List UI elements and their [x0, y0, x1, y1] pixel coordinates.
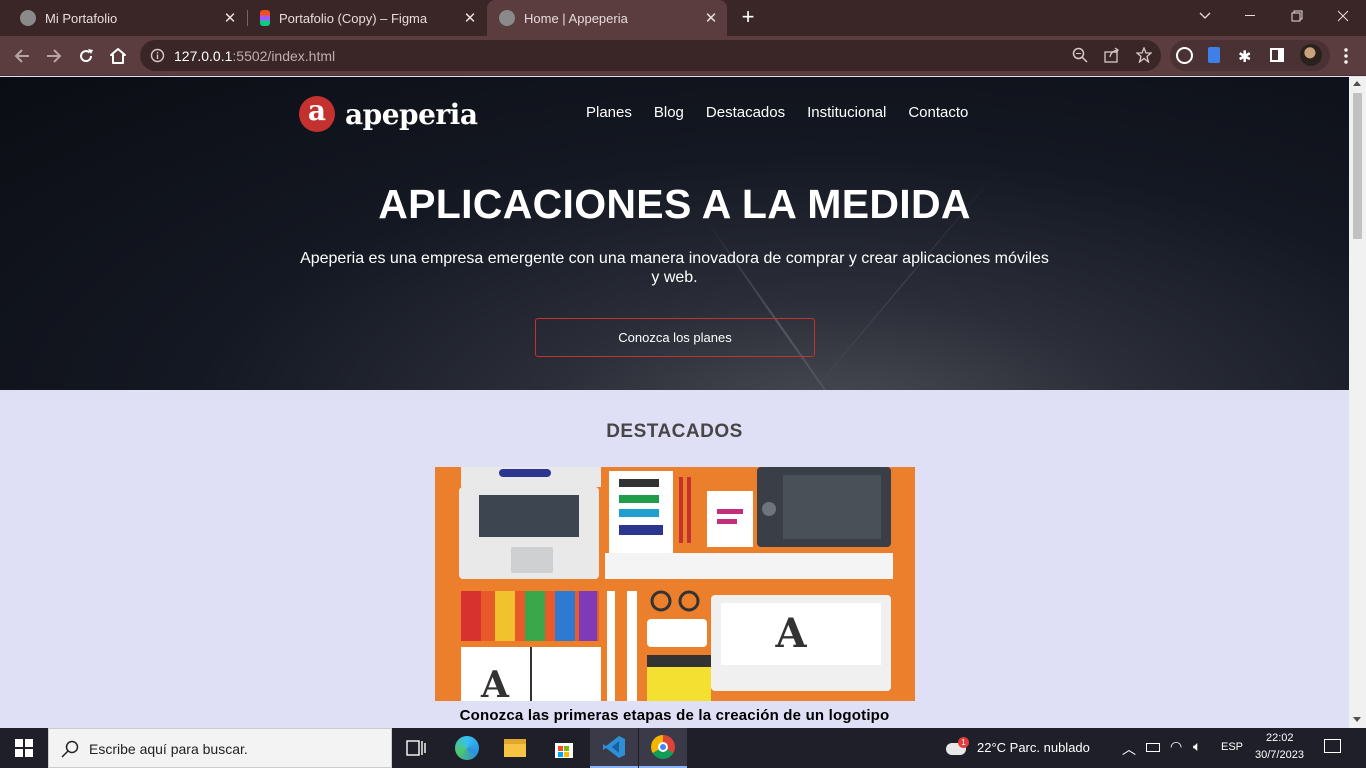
logo-mark-icon: a [299, 96, 335, 132]
search-icon [61, 740, 79, 758]
notifications-icon[interactable] [1324, 739, 1341, 753]
cta-button[interactable]: Conozca los planes [535, 318, 815, 357]
clock-time[interactable]: 22:02 [1266, 732, 1294, 744]
taskbar-search-box[interactable]: Escribe aquí para buscar. [48, 728, 392, 768]
search-placeholder: Escribe aquí para buscar. [89, 741, 248, 757]
section-title: DESTACADOS [606, 421, 743, 442]
extension-docs-icon[interactable] [1208, 47, 1220, 63]
extensions-area: ✱ [1170, 40, 1330, 71]
globe-icon [20, 10, 36, 26]
close-tab-icon[interactable]: ✕ [220, 8, 240, 28]
menu-icon[interactable] [1332, 42, 1360, 70]
hero-banner: a apeperia Planes Blog Destacados Instit… [0, 77, 1349, 390]
side-panel-icon[interactable] [1270, 48, 1284, 62]
nav-link-planes[interactable]: Planes [586, 104, 632, 121]
volume-icon[interactable]: 🔈︎ [1193, 738, 1201, 755]
paint-tubes [605, 553, 893, 579]
weather-icon[interactable]: 1 [944, 737, 969, 757]
svg-text:A: A [480, 664, 510, 701]
logo-text: apeperia [345, 97, 478, 131]
file-explorer-icon[interactable] [491, 728, 539, 768]
tab-title: Mi Portafolio [45, 10, 118, 26]
microsoft-store-icon[interactable] [540, 728, 588, 768]
tab-mi-portafolio[interactable]: Mi Portafolio ✕ [0, 0, 246, 36]
url-text: 127.0.0.1:5502/index.html [174, 48, 336, 64]
site-info-icon[interactable] [150, 48, 165, 63]
clock-date[interactable]: 30/7/2023 [1255, 749, 1304, 761]
scroll-thumb[interactable] [1353, 93, 1362, 239]
tab-figma[interactable]: Portafolio (Copy) – Figma ✕ [248, 0, 486, 36]
chevron-up-icon[interactable]: ︿ [1122, 739, 1136, 759]
vscode-icon[interactable] [590, 728, 638, 768]
minimize-button[interactable] [1228, 0, 1274, 32]
new-tab-button[interactable]: + [736, 6, 760, 30]
svg-text:A: A [774, 610, 807, 657]
forward-button[interactable] [40, 42, 68, 70]
browser-tab-strip: Mi Portafolio ✕ Portafolio (Copy) – Figm… [0, 0, 1366, 36]
zoom-icon[interactable] [1072, 47, 1088, 63]
back-button[interactable] [8, 42, 36, 70]
reload-button[interactable] [72, 42, 100, 70]
nav-link-blog[interactable]: Blog [654, 104, 684, 121]
close-window-button[interactable] [1320, 0, 1366, 32]
windows-logo-icon [15, 739, 33, 757]
nav-link-destacados[interactable]: Destacados [706, 104, 785, 121]
site-logo[interactable]: a apeperia [299, 96, 478, 132]
address-bar[interactable]: 127.0.0.1:5502/index.html [140, 40, 1161, 71]
nav-link-institucional[interactable]: Institucional [807, 104, 886, 121]
chrome-icon[interactable] [639, 728, 687, 768]
windows-taskbar: Escribe aquí para buscar. 1 22°C Parc. n… [0, 728, 1366, 768]
language-indicator[interactable]: ESP [1221, 741, 1243, 753]
main-nav: Planes Blog Destacados Institucional Con… [586, 104, 968, 121]
scroll-down-icon[interactable] [1353, 717, 1361, 722]
profile-avatar[interactable] [1300, 44, 1322, 66]
tab-home-appeperia[interactable]: Home | Appeperia ✕ [487, 0, 727, 36]
globe-icon [499, 10, 515, 26]
battery-icon[interactable] [1146, 743, 1160, 752]
tab-search-icon[interactable] [1182, 0, 1228, 32]
share-icon[interactable] [1104, 47, 1120, 63]
scroll-up-icon[interactable] [1353, 81, 1361, 86]
extension-icon[interactable] [1176, 47, 1193, 64]
nav-link-contacto[interactable]: Contacto [908, 104, 968, 121]
design-desk-illustration: A A [459, 467, 893, 701]
edge-icon[interactable] [443, 728, 491, 768]
page-scrollbar[interactable] [1349, 77, 1366, 728]
weather-badge: 1 [958, 737, 969, 748]
tab-title: Portafolio (Copy) – Figma [279, 10, 428, 26]
close-tab-icon[interactable]: ✕ [701, 8, 721, 28]
task-view-icon[interactable] [392, 728, 440, 768]
home-button[interactable] [104, 42, 132, 70]
puzzle-icon[interactable]: ✱ [1238, 47, 1251, 67]
restore-button[interactable] [1274, 0, 1320, 32]
bookmark-star-icon[interactable] [1136, 47, 1152, 63]
figma-icon [260, 10, 270, 26]
browser-toolbar: 127.0.0.1:5502/index.html ✱ [0, 36, 1366, 76]
featured-image[interactable]: A A [435, 467, 915, 701]
hero-description: Apeperia es una empresa emergente con un… [300, 250, 1049, 286]
featured-caption[interactable]: Conozca las primeras etapas de la creaci… [0, 707, 1349, 724]
weather-text[interactable]: 22°C Parc. nublado [977, 740, 1090, 755]
close-tab-icon[interactable]: ✕ [460, 8, 480, 28]
hero-title: APLICACIONES A LA MEDIDA [378, 181, 971, 227]
page-viewport: a apeperia Planes Blog Destacados Instit… [0, 77, 1349, 728]
tab-title: Home | Appeperia [524, 10, 628, 26]
start-button[interactable] [0, 728, 48, 768]
wifi-icon[interactable]: ◠ [1170, 738, 1182, 755]
